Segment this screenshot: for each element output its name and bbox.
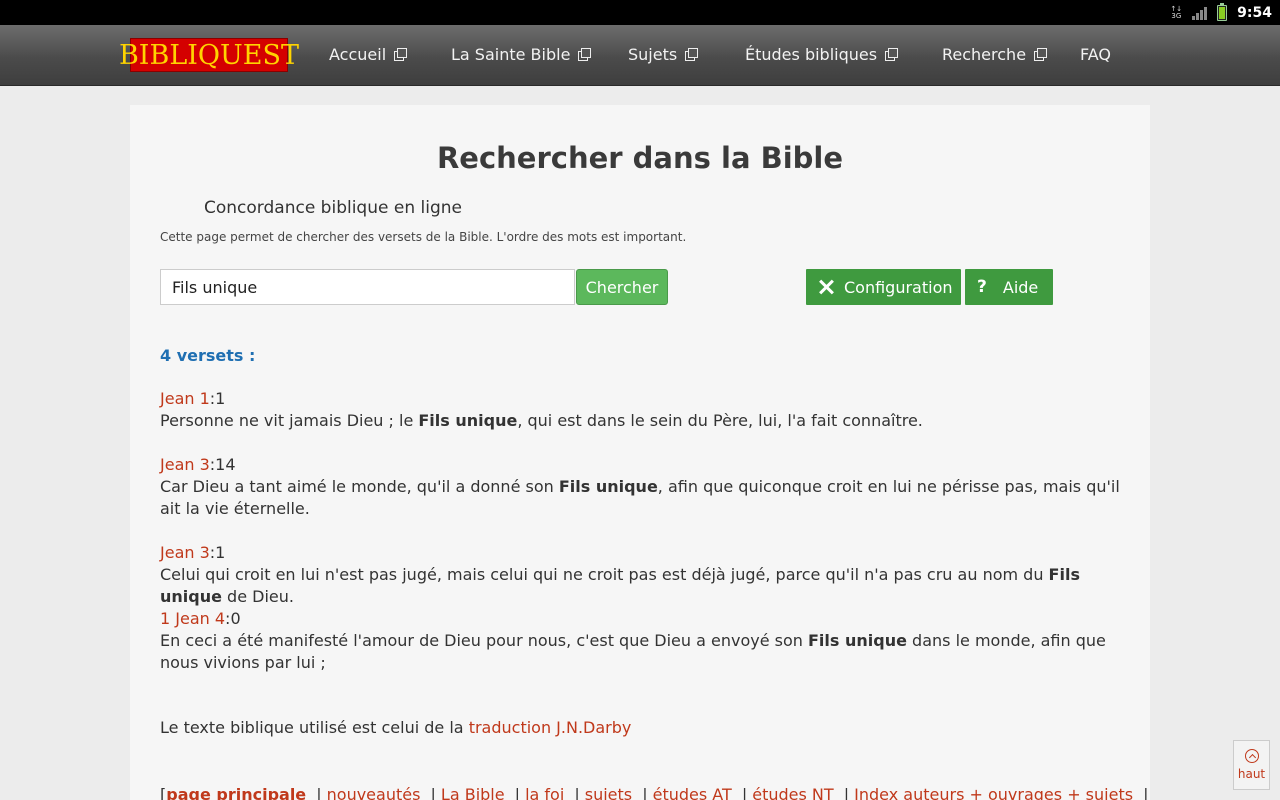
nav-item-sujets[interactable]: Sujets	[628, 25, 699, 83]
battery-icon	[1217, 2, 1228, 21]
footer-link-la-bible[interactable]: La Bible	[441, 785, 505, 800]
verse-text: En ceci a été manifesté l'amour de Dieu …	[160, 631, 808, 650]
external-link-icon	[885, 48, 899, 61]
verse-highlight: Fils unique	[418, 411, 518, 430]
nav-item-recherche[interactable]: Recherche	[942, 25, 1048, 83]
nav-item-faq[interactable]: FAQ	[1080, 25, 1111, 83]
status-icons: ↑↓ 3G 9:54	[1170, 0, 1272, 25]
footer-link-la-foi[interactable]: la foi	[525, 785, 564, 800]
translation-note-text: Le texte biblique utilisé est celui de l…	[160, 718, 469, 737]
nav-label: FAQ	[1080, 44, 1111, 64]
nav-label: Recherche	[942, 44, 1027, 64]
search-input[interactable]	[160, 269, 575, 305]
configuration-button[interactable]: Configuration	[806, 269, 961, 305]
nav-label: Sujets	[628, 44, 678, 64]
network-3g-icon: ↑↓ 3G	[1170, 4, 1183, 20]
tools-icon	[818, 279, 834, 295]
verse-ref-link[interactable]: 1 Jean 4	[160, 609, 225, 628]
help-button[interactable]: ? Aide	[965, 269, 1053, 305]
site-logo[interactable]: BIBLIQUEST	[119, 38, 299, 72]
nav-item-accueil[interactable]: Accueil	[329, 25, 408, 83]
translation-link[interactable]: traduction J.N.Darby	[469, 718, 632, 737]
footer-link-etudes-at[interactable]: études AT	[653, 785, 732, 800]
question-icon: ?	[977, 277, 987, 297]
nav-item-sainte-bible[interactable]: La Sainte Bible	[451, 25, 592, 83]
search-button[interactable]: Chercher	[576, 269, 668, 305]
configuration-label: Configuration	[844, 277, 953, 297]
footer-separator: |	[1143, 785, 1149, 800]
verse-number: :1	[209, 543, 226, 562]
nav-label: Études bibliques	[745, 44, 878, 64]
footer-link-index[interactable]: Index auteurs + ouvrages + sujets	[854, 785, 1133, 800]
nav-label: Accueil	[329, 44, 387, 64]
page-subtitle: Concordance biblique en ligne	[204, 198, 462, 218]
logo-text: BIBLIQUEST	[118, 39, 300, 71]
main-panel: Rechercher dans la Bible Concordance bib…	[130, 105, 1150, 800]
verse-highlight: Fils unique	[558, 477, 658, 496]
nav-label: La Sainte Bible	[451, 44, 571, 64]
verse-ref-link[interactable]: Jean 3	[160, 455, 210, 474]
back-to-top-button[interactable]: haut	[1233, 740, 1270, 790]
footer-separator: |	[514, 785, 521, 800]
verse-result: 1 Jean 4:0 En ceci a été manifesté l'amo…	[160, 608, 1120, 674]
footer-link-etudes-nt[interactable]: études NT	[752, 785, 833, 800]
verse-highlight: Fils unique	[808, 631, 907, 650]
results-count: 4 versets :	[160, 346, 256, 365]
footer-link-sujets[interactable]: sujets	[585, 785, 632, 800]
back-to-top-label: haut	[1237, 767, 1266, 781]
verse-result: Jean 3:14 Car Dieu a tant aimé le monde,…	[160, 454, 1120, 520]
help-label: Aide	[1002, 277, 1039, 297]
verse-number: :14	[209, 455, 236, 474]
footer-separator: |	[843, 785, 850, 800]
footer-separator: |	[642, 785, 648, 800]
signal-icon	[1192, 6, 1208, 20]
external-link-icon	[394, 48, 408, 61]
verse-text: de Dieu.	[221, 587, 294, 606]
verse-ref-link[interactable]: Jean 1	[160, 389, 210, 408]
external-link-icon	[578, 48, 592, 61]
footer-separator: |	[430, 785, 436, 800]
verse-text: , qui est dans le sein du Père, lui, l'a…	[517, 411, 923, 430]
verse-text: Personne ne vit jamais Dieu ; le	[160, 411, 419, 430]
verse-text: Celui qui croit en lui n'est pas jugé, m…	[160, 565, 1049, 584]
page-title: Rechercher dans la Bible	[436, 141, 844, 175]
clock: 9:54	[1237, 4, 1272, 21]
footer-links: [page principale | nouveautés | La Bible |…	[160, 785, 1154, 800]
chevron-up-icon	[1244, 749, 1259, 763]
status-bar: ↑↓ 3G 9:54	[0, 0, 1280, 25]
verse-result: Jean 1:1 Personne ne vit jamais Dieu ; l…	[160, 388, 1120, 432]
verse-number: :0	[225, 609, 241, 628]
page-intro: Cette page permet de chercher des verset…	[160, 230, 687, 244]
external-link-icon	[1034, 48, 1048, 61]
translation-note: Le texte biblique utilisé est celui de l…	[160, 718, 631, 737]
verse-ref-link[interactable]: Jean 3	[160, 543, 210, 562]
nav-item-etudes-bibliques[interactable]: Études bibliques	[745, 25, 899, 83]
footer-separator: |	[574, 785, 580, 800]
top-navbar: BIBLIQUEST Accueil La Sainte Bible Sujet…	[0, 25, 1280, 86]
verse-text: Car Dieu a tant aimé le monde, qu'il a d…	[160, 477, 559, 496]
verse-number: :1	[209, 389, 226, 408]
external-link-icon	[685, 48, 699, 61]
network-label: 3G	[1171, 11, 1182, 20]
verse-result: Jean 3:1 Celui qui croit en lui n'est pa…	[160, 542, 1120, 608]
footer-separator: |	[316, 785, 322, 800]
footer-link-page-principale[interactable]: page principale	[166, 785, 306, 800]
footer-separator: |	[741, 785, 748, 800]
footer-link-nouveautes[interactable]: nouveautés	[327, 785, 421, 800]
